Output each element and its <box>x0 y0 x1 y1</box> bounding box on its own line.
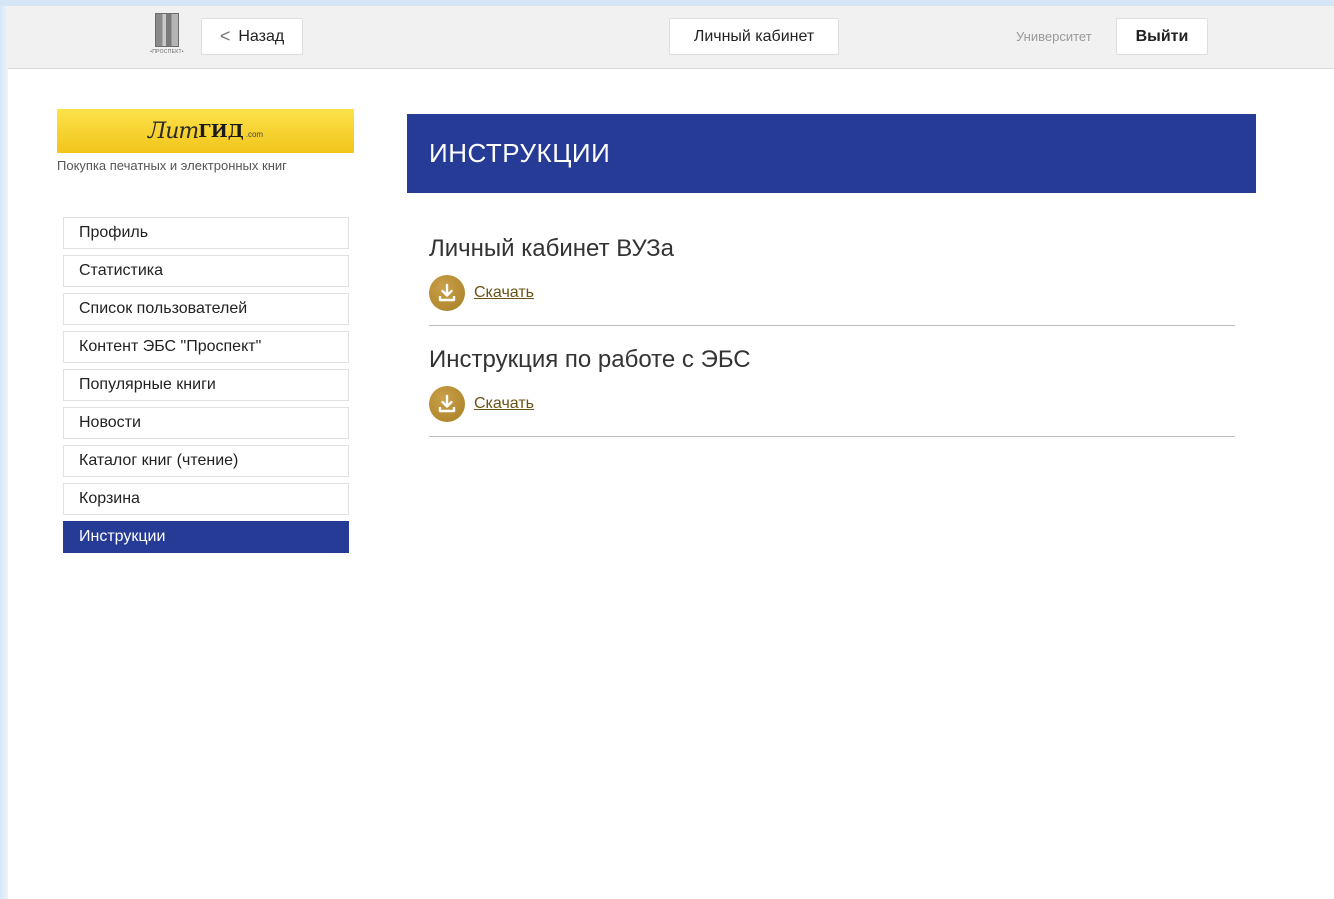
logout-button-label: Выйти <box>1135 27 1189 45</box>
download-link[interactable]: Скачать <box>474 395 534 413</box>
download-icon[interactable] <box>429 386 465 422</box>
sidebar-menu: Профиль Статистика Список пользователей Кон… <box>63 217 349 559</box>
top-bar: •ПРОСПЕКТ• < Назад Личный кабинет Универ… <box>8 6 1334 69</box>
personal-cabinet-button[interactable]: Личный кабинет <box>669 18 839 55</box>
document-title: Инструкция по работе с ЭБС <box>429 346 751 373</box>
document-title: Личный кабинет ВУЗа <box>429 235 675 262</box>
download-icon[interactable] <box>429 275 465 311</box>
sidebar-item[interactable]: Каталог книг (чтение) <box>63 445 349 477</box>
sidebar-item[interactable]: Контент ЭБС "Проспект" <box>63 331 349 363</box>
personal-cabinet-label: Личный кабинет <box>693 27 815 45</box>
download-link[interactable]: Скачать <box>474 284 534 302</box>
back-button[interactable]: < Назад <box>201 18 303 55</box>
page: •ПРОСПЕКТ• < Назад Личный кабинет Универ… <box>0 0 1334 899</box>
litgid-logo-bold: ГИД <box>198 120 244 142</box>
sidebar-item[interactable]: Новости <box>63 407 349 439</box>
litgid-logo-domain: .com <box>245 129 264 139</box>
sidebar-item[interactable]: Популярные книги <box>63 369 349 401</box>
brand-tagline: Покупка печатных и электронных книг <box>57 158 287 173</box>
university-label: Университет <box>1016 29 1092 44</box>
litgid-logo-script: Лит <box>147 118 199 144</box>
page-title: ИНСТРУКЦИИ <box>429 138 611 168</box>
back-button-label: Назад <box>238 27 285 45</box>
logout-button[interactable]: Выйти <box>1116 18 1208 55</box>
document-section: Инструкция по работе с ЭБС Скачать <box>429 346 1235 437</box>
sidebar-item[interactable]: Статистика <box>63 255 349 287</box>
building-icon <box>155 13 179 47</box>
sidebar-item[interactable]: Профиль <box>63 217 349 249</box>
download-row: Скачать <box>429 275 1235 311</box>
prospekt-logo[interactable]: •ПРОСПЕКТ• <box>148 13 186 61</box>
sidebar-item[interactable]: Инструкции <box>63 521 349 553</box>
logo-caption: •ПРОСПЕКТ• <box>150 49 184 55</box>
sidebar-item[interactable]: Список пользователей <box>63 293 349 325</box>
download-row: Скачать <box>429 386 1235 422</box>
document-section: Личный кабинет ВУЗа Скачать <box>429 235 1235 326</box>
litgid-banner[interactable]: Лит ГИД .com <box>57 109 354 153</box>
chevron-left-icon: < <box>219 26 231 46</box>
page-title-bar: ИНСТРУКЦИИ <box>407 114 1256 193</box>
sidebar-item[interactable]: Корзина <box>63 483 349 515</box>
